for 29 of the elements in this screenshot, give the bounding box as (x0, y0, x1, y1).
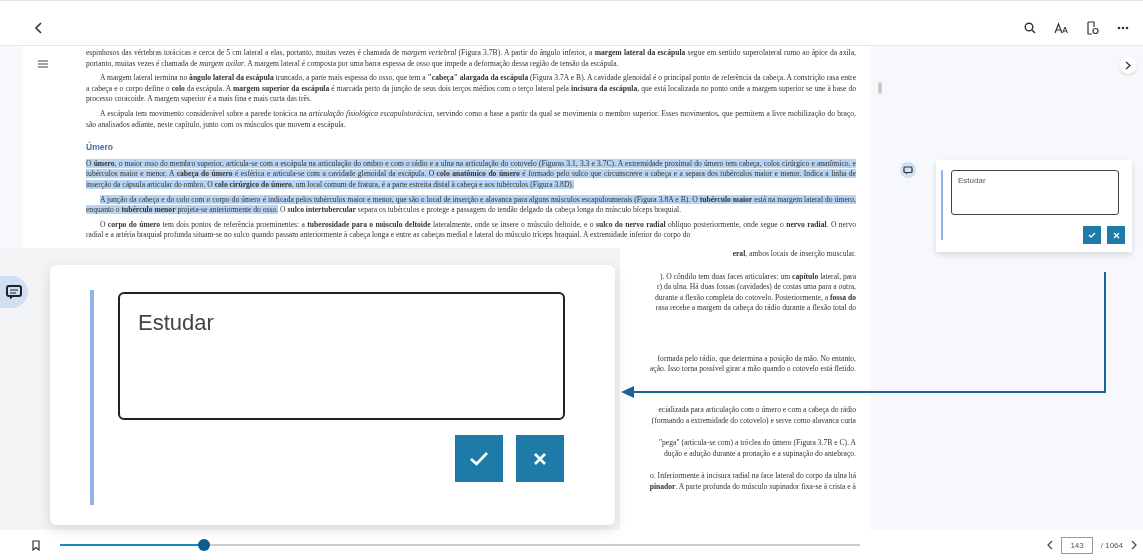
bookmark-icon[interactable] (32, 539, 40, 551)
more-icon[interactable] (1117, 26, 1129, 30)
note-field[interactable]: Estudar (951, 170, 1119, 215)
comment-icon (6, 284, 22, 300)
slider-thumb[interactable] (198, 539, 210, 551)
expand-button[interactable] (1119, 56, 1137, 74)
page-field[interactable]: 143 (1061, 536, 1093, 554)
menu-icon[interactable] (38, 60, 48, 68)
note-marker[interactable] (900, 162, 916, 178)
cancel-button[interactable] (516, 435, 564, 482)
close-icon (1112, 231, 1120, 239)
text-size-icon[interactable] (1054, 22, 1068, 34)
accent-bar (941, 170, 943, 240)
scrollbar-thumb[interactable] (878, 82, 882, 94)
check-icon (469, 451, 489, 466)
note-field[interactable]: Estudar (118, 292, 565, 420)
previous-page-icon[interactable] (1047, 540, 1054, 550)
close-icon (533, 451, 547, 466)
confirm-button[interactable] (455, 435, 503, 482)
page-settings-icon[interactable] (1086, 21, 1099, 35)
back-icon[interactable] (34, 21, 44, 35)
cancel-button[interactable] (1107, 226, 1125, 244)
chevron-right-icon (1125, 60, 1131, 70)
next-page-icon[interactable] (1131, 540, 1137, 550)
section-heading: Úmero (86, 142, 114, 153)
page-count: / 1064 (1100, 540, 1123, 550)
check-icon (1088, 232, 1096, 238)
search-icon[interactable] (1024, 22, 1036, 34)
comment-icon (903, 165, 913, 175)
